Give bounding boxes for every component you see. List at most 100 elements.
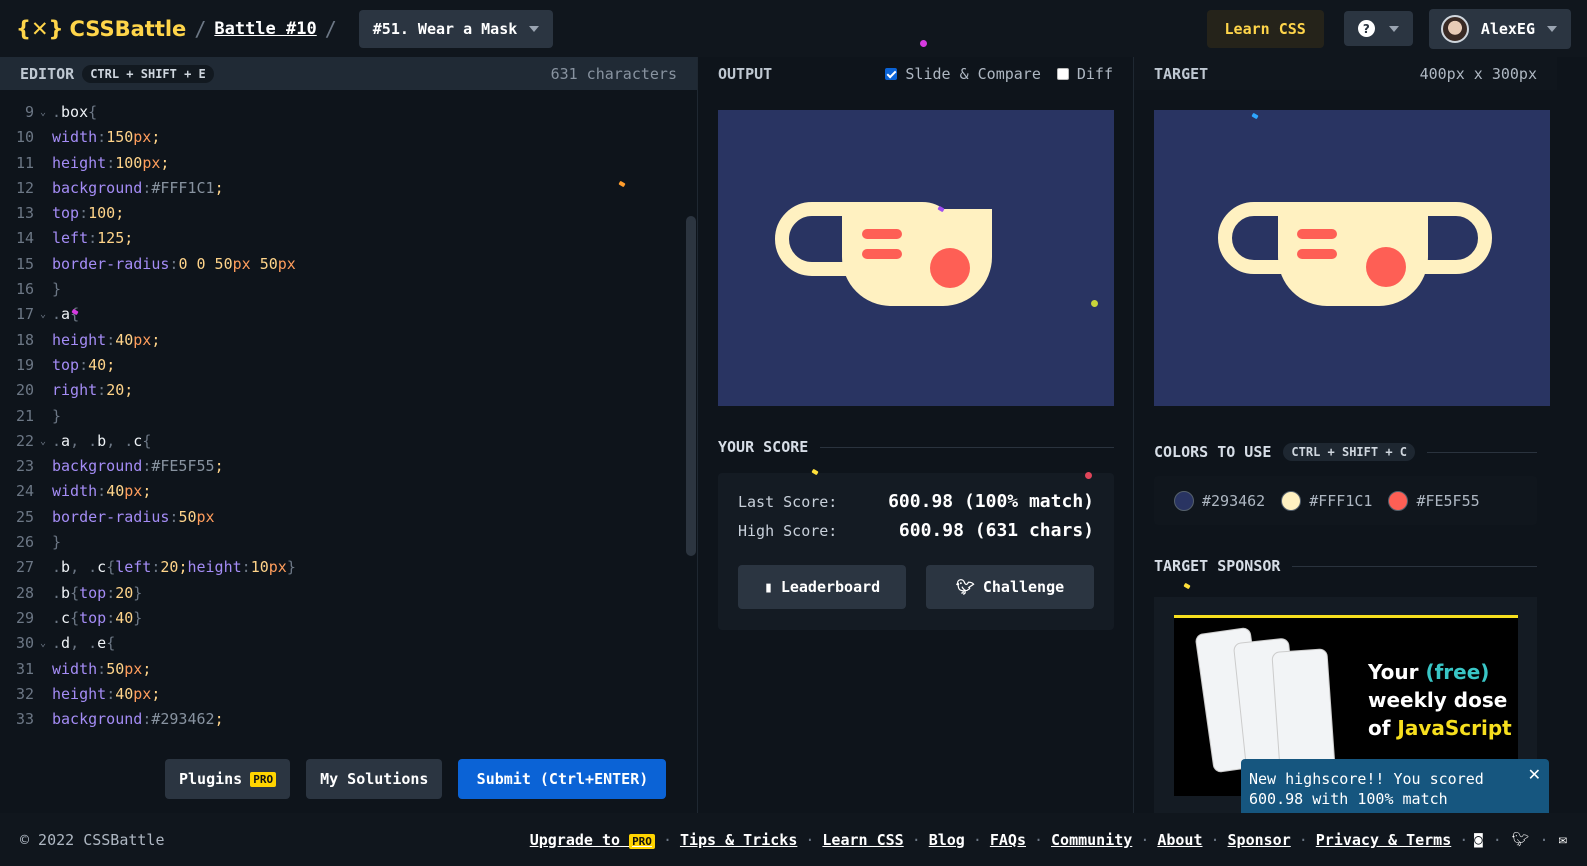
footer-link-faqs[interactable]: FAQs (990, 831, 1026, 849)
code-token: ; (124, 229, 134, 248)
editor-scrollbar[interactable] (686, 216, 696, 556)
footer-link-privacy[interactable]: Privacy & Terms (1316, 831, 1451, 849)
chevron-down-icon (529, 25, 540, 32)
code-token: height (52, 684, 107, 703)
my-solutions-button[interactable]: My Solutions (306, 759, 443, 799)
code-token: width (52, 482, 98, 501)
line-number: 31 (15, 659, 34, 678)
line-number: 26 (15, 533, 34, 552)
color-hex: #FE5F55 (1416, 491, 1480, 510)
fold-icon (34, 201, 52, 226)
code-token: ; (115, 204, 125, 223)
editor-shortcut: CTRL + SHIFT + E (82, 64, 214, 83)
battle-link[interactable]: Battle #10 (214, 19, 316, 39)
fold-icon (34, 454, 52, 479)
line-number: 30 (15, 634, 34, 653)
challenge-button[interactable]: 🐦︎ Challenge (926, 565, 1094, 609)
code-token: 40 (106, 482, 125, 501)
code-token: b (61, 558, 71, 577)
footer-link-sponsor[interactable]: Sponsor (1228, 831, 1291, 849)
color-swatch[interactable]: #FFF1C1 (1281, 490, 1372, 511)
logo[interactable]: {✕} CSSBattle (16, 17, 186, 41)
slide-compare-checkbox[interactable] (885, 67, 898, 80)
code-token: ; (151, 330, 161, 349)
output-title: OUTPUT (718, 64, 773, 83)
learn-css-button[interactable]: Learn CSS (1206, 9, 1324, 48)
last-score-value: 600.98 (100% match) (888, 491, 1094, 512)
line-number: 32 (15, 684, 34, 703)
help-icon: ? (1357, 20, 1375, 37)
line-number: 11 (15, 153, 34, 172)
code-line: 11 height:100 px; (0, 151, 697, 176)
footer-link-learn-css[interactable]: Learn CSS (822, 831, 903, 849)
code-line: 17⌄.a{ (0, 302, 697, 327)
code-token: : (79, 204, 89, 223)
fold-icon (34, 479, 52, 504)
challenge-label: Challenge (982, 578, 1065, 596)
twitter-icon[interactable]: 🐦︎ (1512, 832, 1530, 848)
footer-link-about[interactable]: About (1157, 831, 1202, 849)
avatar (1440, 14, 1469, 43)
code-token: top (79, 583, 107, 602)
code-token: 20 (106, 381, 125, 400)
upgrade-link[interactable]: Upgrade to PRO (530, 831, 655, 849)
upgrade-label: Upgrade to (529, 830, 621, 849)
footer-link-community[interactable]: Community (1051, 831, 1132, 849)
submit-button[interactable]: Submit (Ctrl+ENTER) (458, 759, 667, 799)
mask-dot (1366, 247, 1406, 287)
fold-icon[interactable]: ⌄ (34, 302, 52, 327)
code-token: width (52, 659, 98, 678)
color-dot (1174, 490, 1194, 511)
color-swatch[interactable]: #293462 (1174, 490, 1265, 511)
line-number: 19 (15, 355, 34, 374)
color-swatch[interactable]: #FE5F55 (1388, 490, 1480, 511)
code-line: 16} (0, 277, 697, 302)
footer: © 2022 CSSBattle Upgrade to PRO · Tips & … (0, 813, 1587, 866)
diff-toggle[interactable]: Diff (1056, 65, 1113, 83)
footer-link-blog[interactable]: Blog (929, 831, 965, 849)
line-number: 12 (15, 178, 34, 197)
code-line: 15 border-radius:0 0 50 px 50 px (0, 252, 697, 277)
close-icon[interactable]: ✕ (1528, 765, 1541, 785)
target-canvas[interactable] (1154, 110, 1550, 406)
output-header: OUTPUT Slide & Compare Diff (698, 57, 1133, 90)
challenge-dropdown[interactable]: #51. Wear a Mask (358, 9, 554, 48)
code-token: px (142, 153, 161, 172)
footer-link-tips[interactable]: Tips & Tricks (680, 831, 797, 849)
code-line: 9 ⌄. box{ (0, 100, 697, 125)
fold-icon[interactable]: ⌄ (34, 429, 52, 454)
ad-line: of (1368, 716, 1398, 740)
fold-icon[interactable]: ⌄ (34, 631, 52, 656)
code-token: px (133, 330, 152, 349)
chevron-down-icon (1388, 25, 1399, 32)
score-title: YOUR SCORE (718, 438, 809, 456)
leaderboard-button[interactable]: ▮ Leaderboard (738, 565, 906, 609)
code-token: 40 (115, 684, 134, 703)
code-token: 10 (250, 558, 269, 577)
discord-icon[interactable]: ◙ (1474, 832, 1482, 848)
mask-dot (930, 248, 970, 288)
slide-compare-toggle[interactable]: Slide & Compare (885, 65, 1041, 83)
code-token: { (70, 583, 80, 602)
diff-checkbox[interactable] (1056, 67, 1069, 80)
help-menu-button[interactable]: ? (1343, 11, 1413, 46)
plugins-button[interactable]: Plugins PRO (165, 759, 291, 799)
code-token: : (169, 254, 179, 273)
code-token: height (187, 558, 242, 577)
user-menu-button[interactable]: AlexEG (1428, 8, 1571, 49)
panel-divider[interactable] (1133, 57, 1134, 813)
plugins-label: Plugins (179, 770, 243, 788)
target-drawing (1218, 202, 1492, 306)
output-canvas[interactable] (718, 110, 1114, 406)
code-token: 50 (250, 254, 278, 273)
code-editor[interactable]: 9 ⌄. box{10 width:150 px; 11 height:100 px; 12 ba… (0, 90, 697, 740)
chevron-down-icon (1547, 25, 1557, 32)
fold-icon[interactable]: ⌄ (34, 100, 52, 125)
line-number: 28 (15, 583, 34, 602)
code-token: width (52, 128, 98, 147)
sponsor-title: TARGET SPONSOR (1154, 557, 1281, 575)
email-icon[interactable]: ✉ (1559, 832, 1567, 848)
panel-divider[interactable] (697, 57, 698, 813)
code-line: 30 ⌄. d, . e{ (0, 631, 697, 656)
challenge-title: #51. Wear a Mask (372, 19, 518, 38)
